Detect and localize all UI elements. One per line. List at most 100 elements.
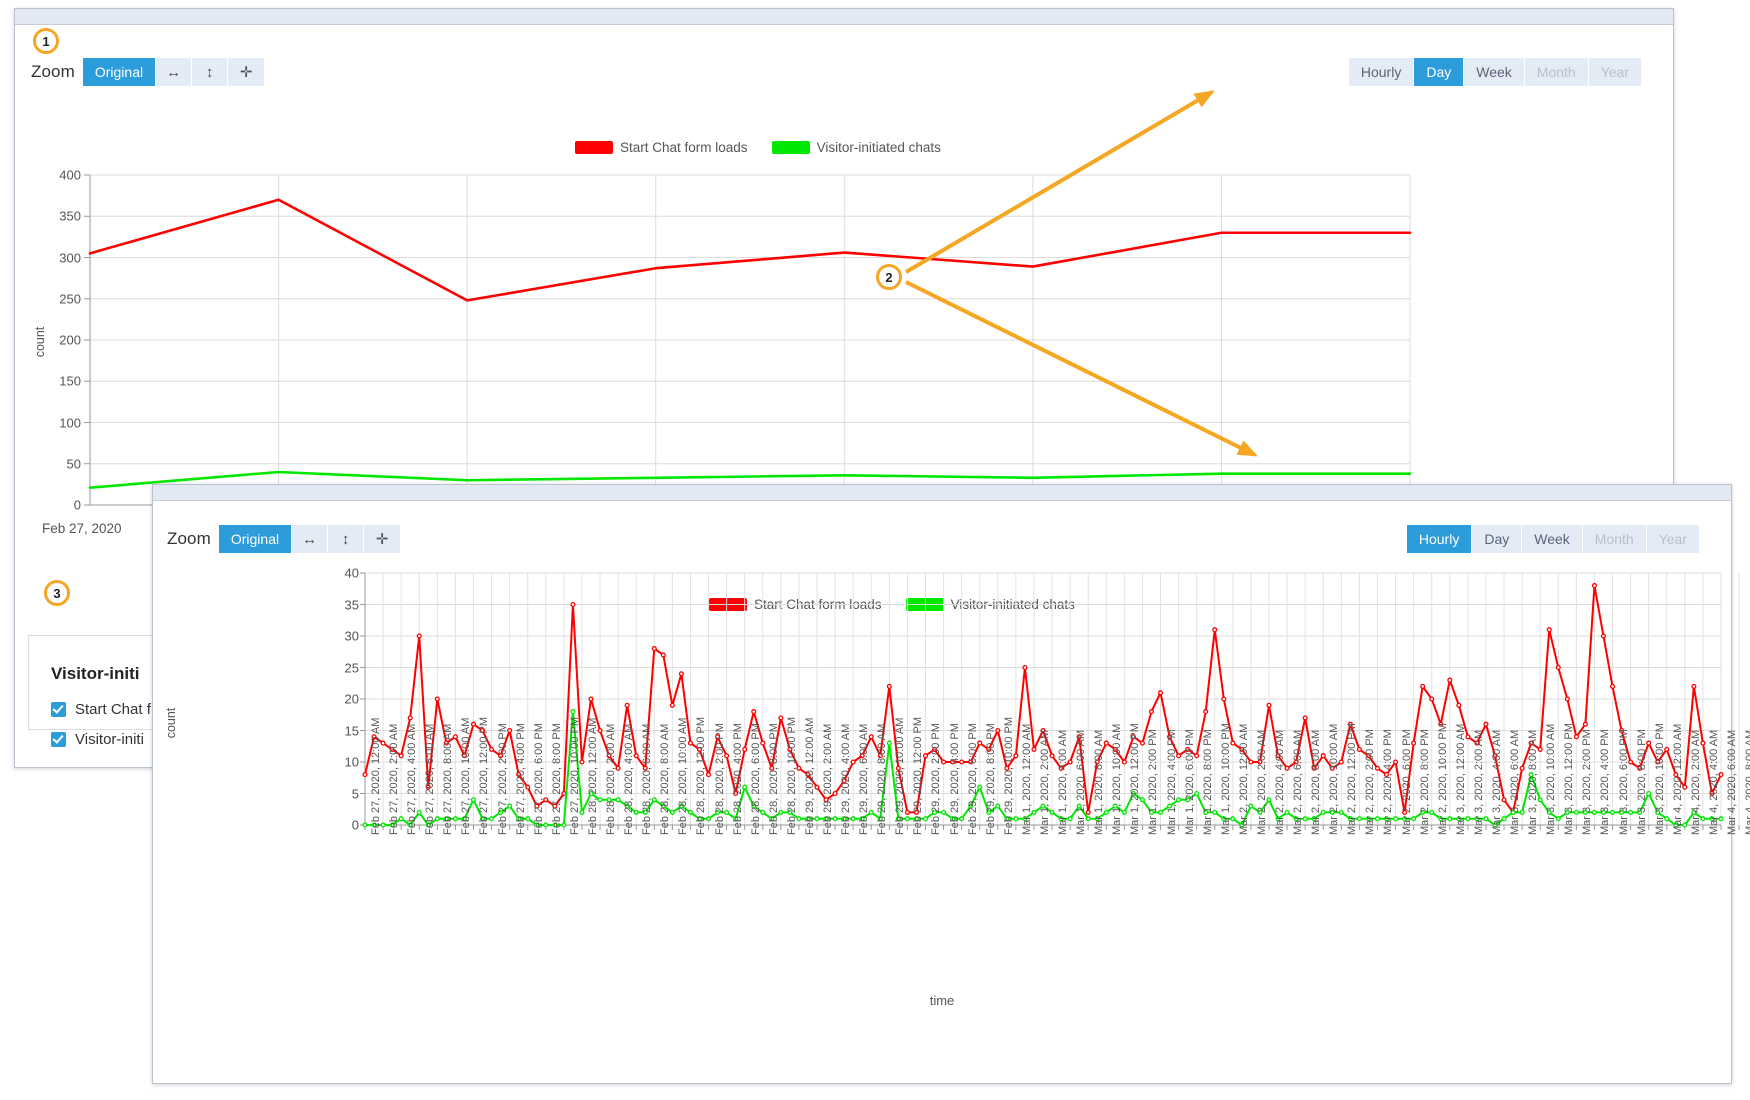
- daily-chart-svg: [84, 174, 1412, 506]
- zoom-toolbar-bottom: Zoom Original ↔ ↕ ✛: [167, 525, 401, 553]
- x-axis-tick: Feb 27, 2020, 8:00 AM: [442, 723, 455, 835]
- x-axis-tick: Feb 27, 2020, 10:00 AM: [460, 717, 473, 835]
- x-axis-ticks-bottom: Feb 27, 2020, 12:00 AM Feb 27, 2020, 2:00…: [153, 717, 1750, 973]
- x-axis-tick: Mar 3, 2020, 2:00 AM: [1472, 729, 1485, 835]
- x-axis-tick: Mar 3, 2020, 12:00 AM: [1454, 723, 1467, 835]
- y-axis-tick: 250: [59, 291, 81, 307]
- zoom-horizontal-icon[interactable]: ↔: [156, 58, 193, 86]
- x-axis-tick: Feb 28, 2020, 6:00 PM: [749, 723, 762, 835]
- period-day-button[interactable]: Day: [1414, 58, 1465, 86]
- daily-chart-plot: [15, 153, 1415, 518]
- x-axis-tick: Mar 1, 2020, 6:00 AM: [1075, 729, 1088, 835]
- x-axis-tick: Feb 29, 2020, 2:00 PM: [930, 723, 943, 835]
- zoom-toolbar-top: Zoom Original ↔ ↕ ✛: [31, 58, 265, 86]
- x-axis-tick: Feb 28, 2020, 2:00 PM: [713, 723, 726, 835]
- x-axis-tick: Mar 2, 2020, 10:00 AM: [1328, 723, 1341, 835]
- hourly-chart-window: Zoom Original ↔ ↕ ✛ Hourly Day Week Mont…: [152, 484, 1750, 1084]
- x-axis-tick: Mar 2, 2020, 4:00 PM: [1382, 729, 1395, 835]
- period-hourly-button-bottom[interactable]: Hourly: [1406, 525, 1473, 553]
- y-axis-tick: 30: [344, 628, 359, 644]
- x-axis-tick: Feb 27, 2020, 12:00 AM: [370, 717, 382, 835]
- checkbox-label-visitor-initiated-chats: Visitor-initi: [75, 731, 144, 748]
- checkbox-visitor-initiated-chats[interactable]: [51, 732, 66, 747]
- y-axis-tick: 50: [66, 456, 81, 472]
- x-axis-tick: Feb 29, 2020, 6:00 AM: [858, 723, 871, 835]
- x-axis-tick: Feb 28, 2020, 8:00 PM: [767, 723, 780, 835]
- zoom-vertical-icon[interactable]: ↕: [192, 58, 229, 86]
- x-axis-tick: Mar 3, 2020, 2:00 PM: [1581, 729, 1594, 835]
- x-axis-tick: Mar 1, 2020, 2:00 AM: [1038, 729, 1051, 835]
- x-axis-tick: Feb 29, 2020, 6:00 PM: [966, 723, 979, 835]
- x-axis-tick: Mar 2, 2020, 12:00 AM: [1237, 723, 1250, 835]
- x-axis-tick: Feb 27, 2020, 6:00 AM: [424, 723, 437, 835]
- y-axis-tick: 25: [344, 660, 359, 675]
- card-title: Visitor-initi: [51, 664, 140, 683]
- period-hourly-button[interactable]: Hourly: [1348, 58, 1415, 86]
- x-axis-tick: Mar 1, 2020, 12:00 PM: [1129, 723, 1142, 835]
- x-axis-tick: Feb 29, 2020, 4:00 PM: [948, 723, 961, 835]
- x-axis-tick: Feb 28, 2020, 2:00 AM: [605, 723, 618, 835]
- x-axis-tick: Feb 27, 2020, 8:00 PM: [550, 723, 563, 835]
- zoom-label-bottom: Zoom: [167, 529, 211, 548]
- zoom-vertical-icon-bottom[interactable]: ↕: [328, 525, 365, 553]
- y-axis-tick: 40: [344, 565, 359, 581]
- x-axis-tick-first: Feb 27, 2020: [42, 521, 122, 536]
- x-axis-tick: Mar 3, 2020, 6:00 AM: [1509, 729, 1522, 835]
- zoom-original-button-bottom[interactable]: Original: [218, 525, 293, 553]
- zoom-original-button[interactable]: Original: [82, 58, 157, 86]
- y-axis-tick: 20: [344, 691, 359, 707]
- x-axis-tick: Feb 27, 2020, 6:00 PM: [532, 723, 545, 835]
- x-axis-tick: Mar 3, 2020, 4:00 AM: [1490, 729, 1503, 835]
- x-axis-tick: Feb 29, 2020, 8:00 PM: [984, 723, 997, 835]
- pan-move-icon-bottom[interactable]: ✛: [364, 525, 401, 553]
- x-axis-tick: Feb 28, 2020, 4:00 PM: [731, 723, 744, 835]
- period-toolbar-bottom: Hourly Day Week Month Year: [1406, 525, 1699, 553]
- checkbox-row-start-chat-form-loads[interactable]: Start Chat f: [51, 701, 151, 718]
- x-axis-tick: Mar 2, 2020, 2:00 AM: [1255, 729, 1268, 835]
- x-axis-tick: Mar 1, 2020, 4:00 AM: [1057, 729, 1070, 835]
- x-axis-tick: Feb 28, 2020, 8:00 AM: [659, 723, 672, 835]
- period-week-button[interactable]: Week: [1464, 58, 1525, 86]
- annotation-badge-3: 3: [44, 580, 70, 606]
- x-axis-tick: Feb 28, 2020, 12:00 AM: [586, 717, 599, 835]
- x-axis-tick: Feb 29, 2020, 10:00 PM: [1002, 716, 1015, 835]
- x-axis-tick: Feb 27, 2020, 2:00 PM: [496, 723, 509, 835]
- x-axis-tick: Mar 4, 2020, 8:00 AM: [1744, 729, 1750, 835]
- x-axis-tick: Feb 27, 2020, 10:00 PM: [568, 716, 581, 835]
- x-axis-tick: Mar 2, 2020, 10:00 PM: [1436, 723, 1449, 835]
- y-axis-tick: 10: [344, 754, 359, 770]
- pan-move-icon[interactable]: ✛: [228, 58, 265, 86]
- x-axis-tick: Feb 28, 2020, 10:00 AM: [677, 717, 690, 835]
- period-year-button: Year: [1588, 58, 1641, 86]
- checkbox-start-chat-form-loads[interactable]: [51, 702, 66, 717]
- x-axis-tick: Feb 28, 2020, 6:00 AM: [641, 723, 654, 835]
- x-axis-tick: Mar 4, 2020, 12:00 AM: [1671, 723, 1684, 835]
- x-axis-tick: Mar 3, 2020, 12:00 PM: [1563, 723, 1576, 835]
- x-axis-tick: Feb 28, 2020, 10:00 PM: [785, 716, 798, 835]
- x-axis-tick: Mar 1, 2020, 8:00 AM: [1093, 729, 1106, 835]
- x-axis-tick: Mar 2, 2020, 2:00 PM: [1364, 729, 1377, 835]
- x-axis-tick: Feb 28, 2020, 12:00 PM: [695, 716, 708, 835]
- window-titlebar-top: [15, 9, 1673, 25]
- period-month-button: Month: [1524, 58, 1589, 86]
- y-axis-tick: 400: [59, 167, 81, 183]
- x-axis-tick: Feb 27, 2020, 2:00 AM: [388, 723, 401, 835]
- x-axis-tick: Feb 28, 2020, 4:00 AM: [623, 723, 636, 835]
- x-axis-tick: Mar 1, 2020, 6:00 PM: [1183, 729, 1196, 835]
- period-week-button-bottom[interactable]: Week: [1522, 525, 1583, 553]
- zoom-horizontal-icon-bottom[interactable]: ↔: [292, 525, 329, 553]
- checkbox-label-start-chat-form-loads: Start Chat f: [75, 701, 151, 718]
- y-axis-tick: 15: [344, 723, 359, 738]
- zoom-button-group-bottom: Original ↔ ↕ ✛: [218, 525, 401, 553]
- x-axis-tick: Feb 29, 2020, 4:00 AM: [840, 723, 853, 835]
- annotation-badge-2: 2: [876, 264, 902, 290]
- zoom-label: Zoom: [31, 62, 75, 81]
- y-axis-tick: 5: [351, 786, 359, 801]
- x-axis-tick: Mar 2, 2020, 6:00 AM: [1292, 729, 1305, 835]
- period-day-button-bottom[interactable]: Day: [1472, 525, 1523, 553]
- y-axis-tick: 150: [59, 373, 81, 389]
- x-axis-tick: Mar 3, 2020, 10:00 PM: [1653, 723, 1666, 835]
- x-axis-title-bottom: time: [929, 993, 955, 1008]
- x-axis-tick: Mar 1, 2020, 2:00 PM: [1147, 729, 1160, 835]
- checkbox-row-visitor-initiated-chats[interactable]: Visitor-initi: [51, 731, 144, 748]
